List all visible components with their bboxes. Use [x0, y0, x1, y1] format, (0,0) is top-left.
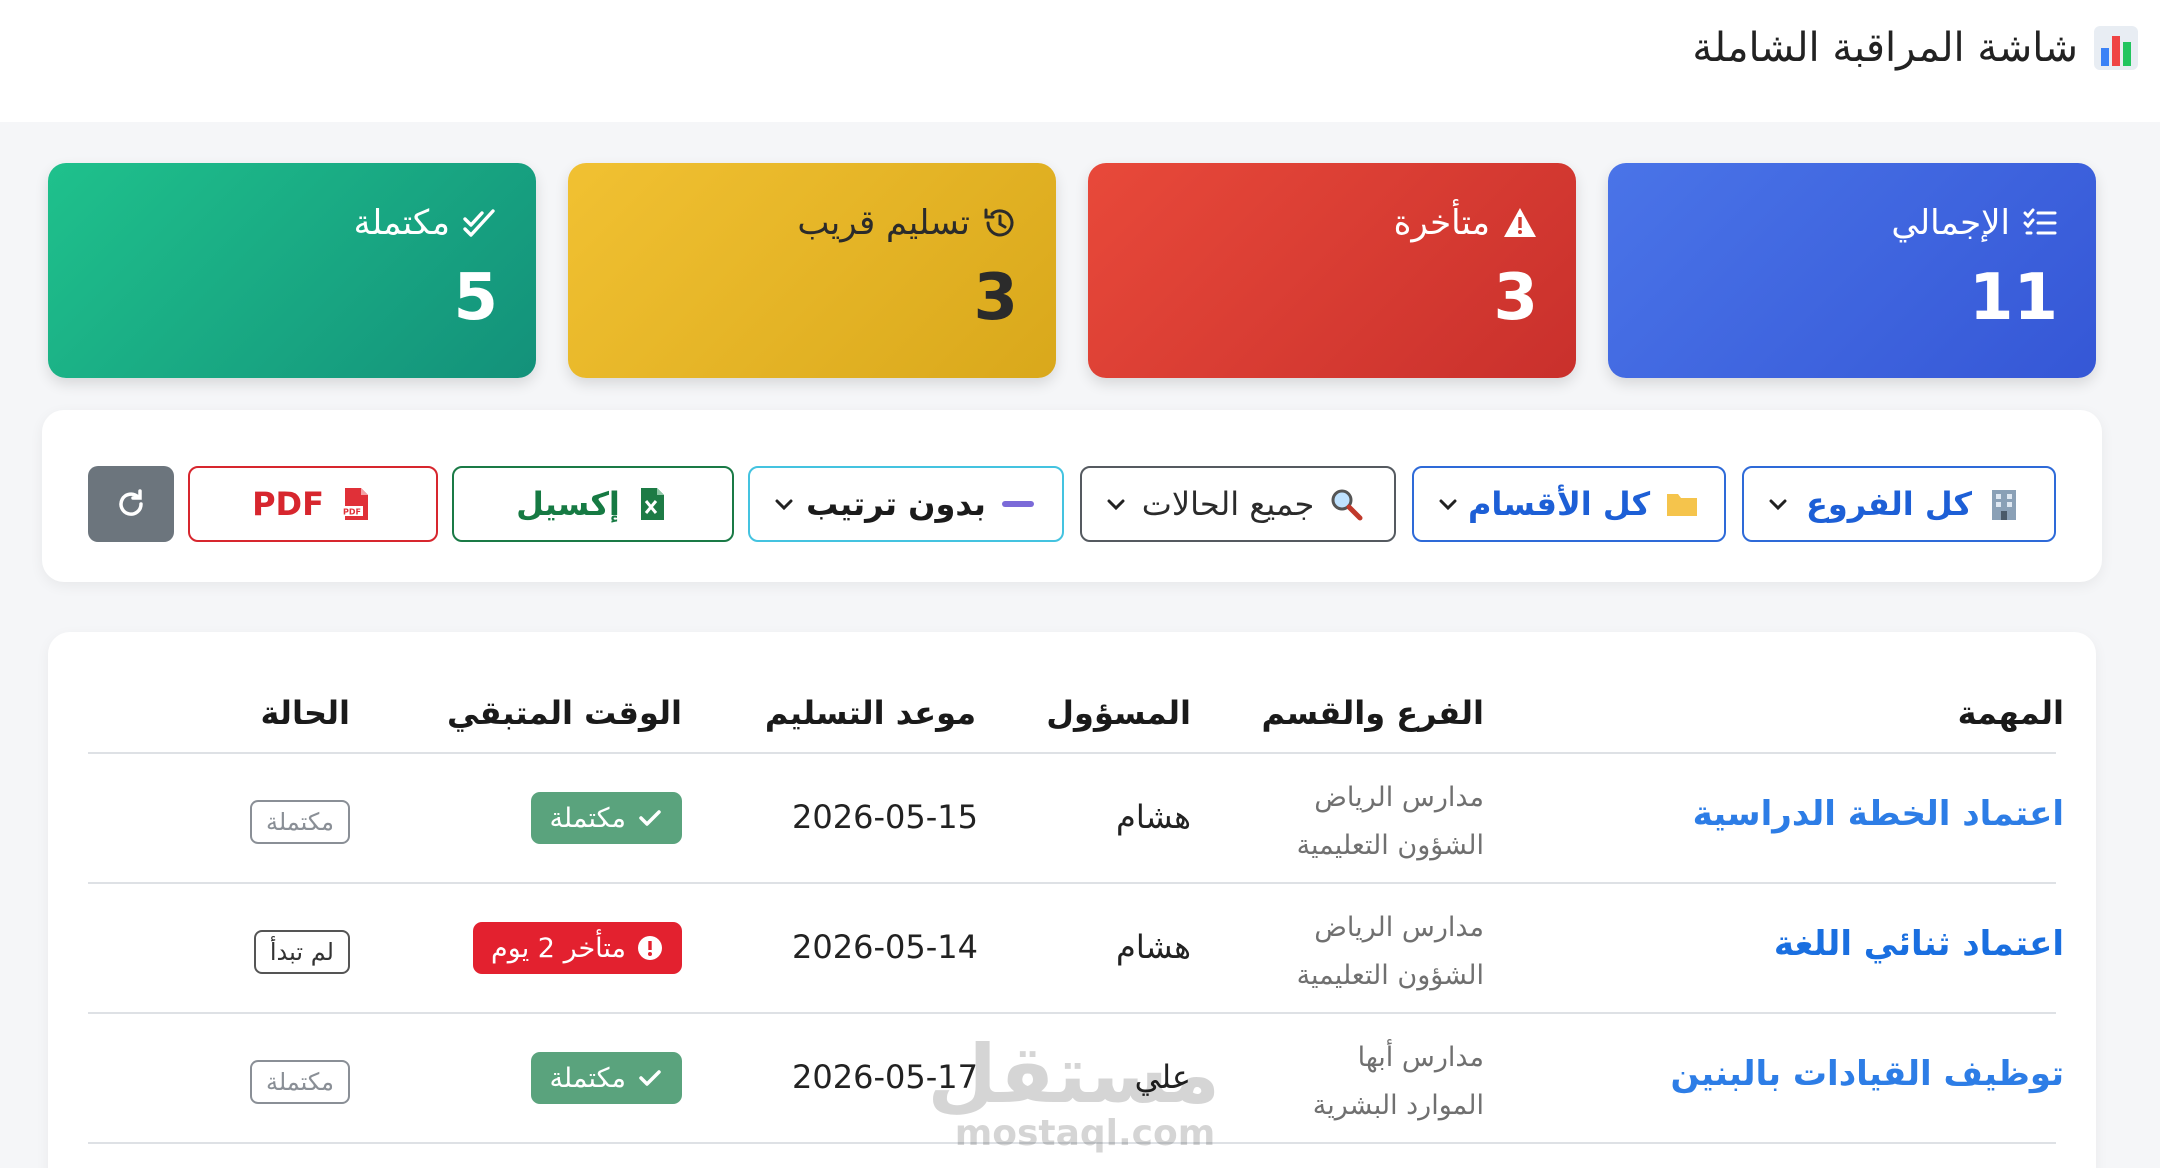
history-icon: [984, 208, 1014, 237]
stat-value-soon: 3: [973, 261, 1018, 335]
chevron-down-icon: [1107, 499, 1125, 511]
export-pdf-button[interactable]: PDF PDF: [188, 466, 438, 542]
filter-panel: كل الفروع كل الأقسام جميع الحالات بدون ت…: [42, 410, 2102, 582]
stat-card-total[interactable]: الإجمالي 11: [1608, 163, 2096, 378]
sort-select[interactable]: بدون ترتيب: [748, 466, 1064, 542]
department-filter-select[interactable]: كل الأقسام: [1412, 466, 1726, 542]
branch-dept: مدارس الرياض الشؤون التعليمية: [1297, 774, 1484, 870]
dept-name: الشؤون التعليمية: [1296, 960, 1484, 991]
branch-name: مدارس الرياض: [1314, 782, 1484, 813]
department-filter-label: كل الأقسام: [1467, 485, 1651, 523]
stat-label-done: مكتملة: [354, 203, 498, 243]
double-check-icon: [463, 209, 495, 237]
due-date: 2026-05-15: [792, 798, 978, 836]
svg-text:PDF: PDF: [343, 508, 361, 517]
stat-label-soon: تسليم قريب: [797, 203, 1018, 243]
branch-name: مدارس أبها: [1357, 1042, 1484, 1073]
column-header-status[interactable]: الحالة: [261, 694, 350, 732]
column-header-remaining[interactable]: الوقت المتبقي: [447, 694, 682, 732]
branch-dept: مدارس الرياض الشؤون التعليمية: [1297, 904, 1484, 1000]
task-link[interactable]: توظيف القيادات بالبنين: [1671, 1054, 2065, 1094]
due-date: 2026-05-14: [792, 928, 978, 966]
branch-filter-select[interactable]: كل الفروع: [1742, 466, 2056, 542]
status-filter-select[interactable]: جميع الحالات: [1080, 466, 1396, 542]
stat-card-late[interactable]: متأخرة 3: [1088, 163, 1576, 378]
column-header-task[interactable]: المهمة: [1958, 694, 2064, 732]
owner-name: هشام: [1116, 928, 1191, 966]
exclamation-circle-icon: [638, 936, 662, 960]
column-header-due[interactable]: موعد التسليم: [765, 694, 976, 732]
stat-value-total: 11: [1968, 261, 2058, 335]
chevron-down-icon: [775, 499, 793, 511]
dept-name: الشؤون التعليمية: [1296, 830, 1484, 861]
task-link[interactable]: اعتماد الخطة الدراسية: [1693, 794, 2064, 834]
stat-value-late: 3: [1493, 261, 1538, 335]
check-icon: [639, 1070, 661, 1086]
page-title-text: شاشة المراقبة الشاملة: [1692, 25, 2078, 71]
bar-chart-icon: [2094, 26, 2138, 70]
header-divider: [88, 752, 2056, 754]
export-excel-button[interactable]: إكسيل: [452, 466, 734, 542]
list-check-icon: [2023, 208, 2057, 235]
branch-dept: مدارس أبها الموارد البشرية: [1313, 1034, 1484, 1130]
stat-card-soon[interactable]: تسليم قريب 3: [568, 163, 1056, 378]
check-icon: [639, 810, 661, 826]
column-header-branch[interactable]: الفرع والقسم: [1262, 694, 1484, 732]
chevron-down-icon: [1439, 499, 1457, 511]
stat-label-total: الإجمالي: [1891, 203, 2058, 243]
row-divider: [88, 1012, 2056, 1014]
status-badge: مكتملة: [249, 1060, 350, 1104]
refresh-button[interactable]: [88, 466, 174, 542]
remaining-badge: مكتملة: [531, 792, 682, 844]
task-link[interactable]: اعتماد ثنائي اللغة: [1774, 924, 2064, 964]
export-pdf-label: PDF: [252, 485, 324, 523]
remaining-badge: متأخر 2 يوم: [473, 922, 682, 974]
watermark-arabic: مستقل: [927, 1028, 1220, 1121]
status-badge: لم تبدأ: [253, 930, 350, 974]
watermark: مستقل mostaql.com: [927, 1028, 1220, 1153]
building-icon: [1992, 490, 2016, 520]
pdf-file-icon: PDF: [340, 488, 368, 520]
column-header-owner[interactable]: المسؤول: [1046, 694, 1191, 732]
dept-name: الموارد البشرية: [1312, 1090, 1484, 1121]
stat-label-late: متأخرة: [1394, 203, 1538, 243]
page-title: شاشة المراقبة الشاملة: [1692, 24, 2140, 72]
minus-icon: [1001, 501, 1034, 507]
status-badge: مكتملة: [249, 800, 350, 844]
watermark-latin: mostaql.com: [954, 1113, 1216, 1154]
export-excel-label: إكسيل: [516, 485, 620, 523]
branch-filter-label: كل الفروع: [1806, 485, 1972, 523]
stats-cards: الإجمالي 11 متأخرة 3 تسليم قريب 3 مكتملة…: [48, 163, 2096, 378]
remaining-badge: مكتملة: [531, 1052, 682, 1104]
branch-name: مدارس الرياض: [1314, 912, 1484, 943]
row-divider: [88, 882, 2056, 884]
owner-name: هشام: [1116, 798, 1191, 836]
stat-card-done[interactable]: مكتملة 5: [48, 163, 536, 378]
chevron-down-icon: [1769, 499, 1787, 511]
stat-value-done: 5: [453, 261, 498, 335]
sort-label: بدون ترتيب: [806, 485, 986, 523]
refresh-icon: [119, 489, 143, 516]
folder-icon: [1667, 494, 1698, 516]
excel-file-icon: [640, 488, 664, 520]
status-filter-label: جميع الحالات: [1141, 485, 1315, 523]
warning-icon: [1504, 208, 1536, 237]
top-bar: شاشة المراقبة الشاملة: [0, 0, 2160, 122]
magnifier-icon: [1331, 489, 1363, 521]
